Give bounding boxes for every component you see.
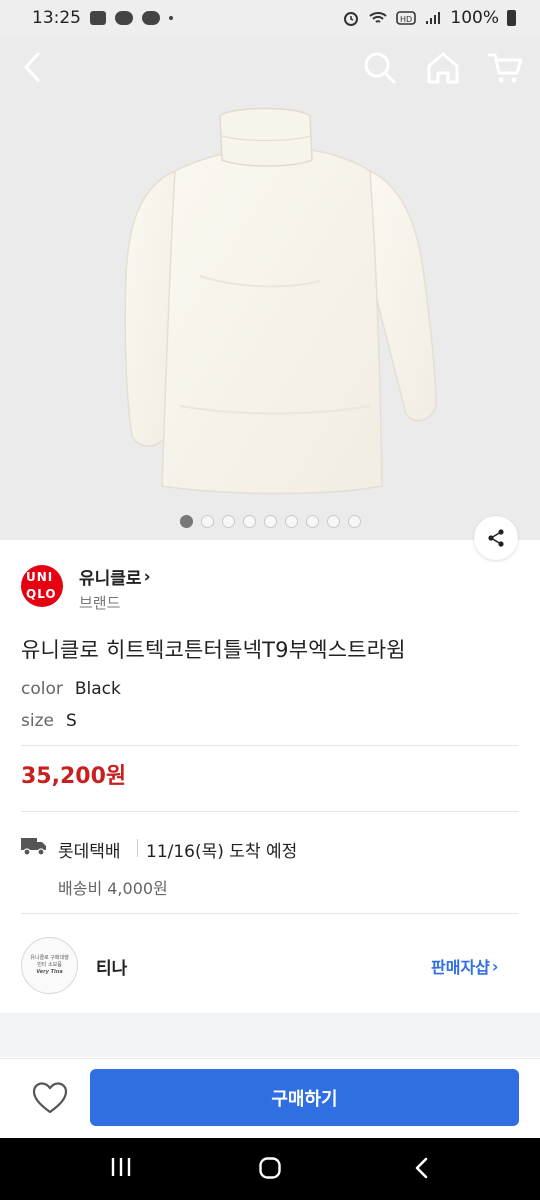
carousel-dot[interactable]: [284, 515, 298, 528]
top-navigation: [0, 36, 540, 98]
seller-avatar-line: 빈티 소모품: [37, 962, 62, 968]
option-color-label: color: [21, 679, 63, 699]
signal-icon: [426, 12, 441, 24]
carousel-dot[interactable]: [179, 515, 193, 528]
share-icon: [488, 529, 504, 547]
home-icon[interactable]: [424, 50, 462, 86]
carousel-dot[interactable]: [200, 515, 214, 528]
battery-percent: 100%: [450, 8, 499, 28]
option-size: size S: [21, 711, 77, 731]
chat-notification-icon: [142, 11, 160, 25]
recent-apps-icon[interactable]: [110, 1156, 132, 1178]
buy-button[interactable]: 구매하기: [90, 1069, 519, 1126]
option-size-value: S: [65, 711, 77, 731]
seller-shop-label: 판매자샵: [431, 958, 490, 977]
product-price: 35,200원: [21, 764, 127, 789]
carousel-dot[interactable]: [347, 515, 361, 528]
battery-icon: [507, 10, 516, 26]
gallery-notification-icon: [90, 11, 106, 25]
status-time: 13:25: [32, 8, 81, 28]
brand-logo[interactable]: UNI QLO: [21, 565, 63, 607]
carousel-dot[interactable]: [263, 515, 277, 528]
carousel-dot[interactable]: [305, 515, 319, 528]
section-spacer: [0, 1013, 540, 1057]
option-color: color Black: [21, 679, 121, 699]
shipping-fee: 배송비 4,000원: [58, 879, 168, 898]
shipping-company: 롯데택배: [58, 842, 121, 862]
truck-icon: [21, 838, 46, 856]
seller-avatar-line: 유니클로 구매대행: [30, 955, 69, 961]
cart-icon[interactable]: [486, 50, 524, 86]
search-icon[interactable]: [362, 50, 398, 86]
heart-icon[interactable]: [31, 1080, 69, 1116]
option-color-value: Black: [74, 679, 121, 699]
separator: [137, 839, 138, 857]
brand-subtitle: 브랜드: [79, 594, 121, 612]
product-title: 유니클로 히트텍코튼터틀넥T9부엑스트라윔: [21, 638, 406, 662]
carousel-dot[interactable]: [221, 515, 235, 528]
brand-name: 유니클로: [79, 569, 142, 589]
chevron-right-icon: ›: [491, 956, 499, 976]
carousel-indicator: [0, 515, 540, 528]
product-image-carousel[interactable]: [0, 36, 540, 560]
product-image-turtleneck: [124, 107, 437, 495]
divider: [21, 745, 519, 746]
more-notification-icon: [169, 16, 173, 20]
wifi-icon: [369, 12, 388, 23]
divider: [21, 913, 519, 914]
seller-avatar-line: Very Tina: [36, 969, 63, 975]
alarm-icon: [344, 12, 359, 26]
carousel-dot[interactable]: [326, 515, 340, 528]
system-home-icon[interactable]: [258, 1156, 282, 1180]
hd-voice-icon: HD: [396, 11, 417, 25]
divider: [21, 811, 519, 812]
chevron-right-icon: ›: [143, 566, 151, 587]
carousel-dot[interactable]: [242, 515, 256, 528]
system-back-icon[interactable]: [412, 1156, 430, 1180]
back-icon[interactable]: [16, 48, 50, 86]
status-bar: 13:25 HD 100%: [0, 0, 540, 36]
seller-avatar[interactable]: 유니클로 구매대행 빈티 소모품 Very Tina: [21, 937, 78, 994]
seller-shop-link[interactable]: 판매자샵 ›: [431, 954, 498, 978]
option-size-label: size: [21, 711, 54, 731]
seller-name[interactable]: 티나: [96, 954, 127, 979]
svg-text:HD: HD: [400, 15, 412, 24]
product-detail-page: 13:25 HD 100% UNI QLO 유니클로 › 브랜드 유니클로 히트…: [0, 0, 540, 1200]
brand-link[interactable]: 유니클로 ›: [79, 564, 151, 590]
talk-notification-icon: [115, 11, 133, 25]
shipping-arrival: 11/16(목) 도착 예정: [146, 842, 298, 862]
